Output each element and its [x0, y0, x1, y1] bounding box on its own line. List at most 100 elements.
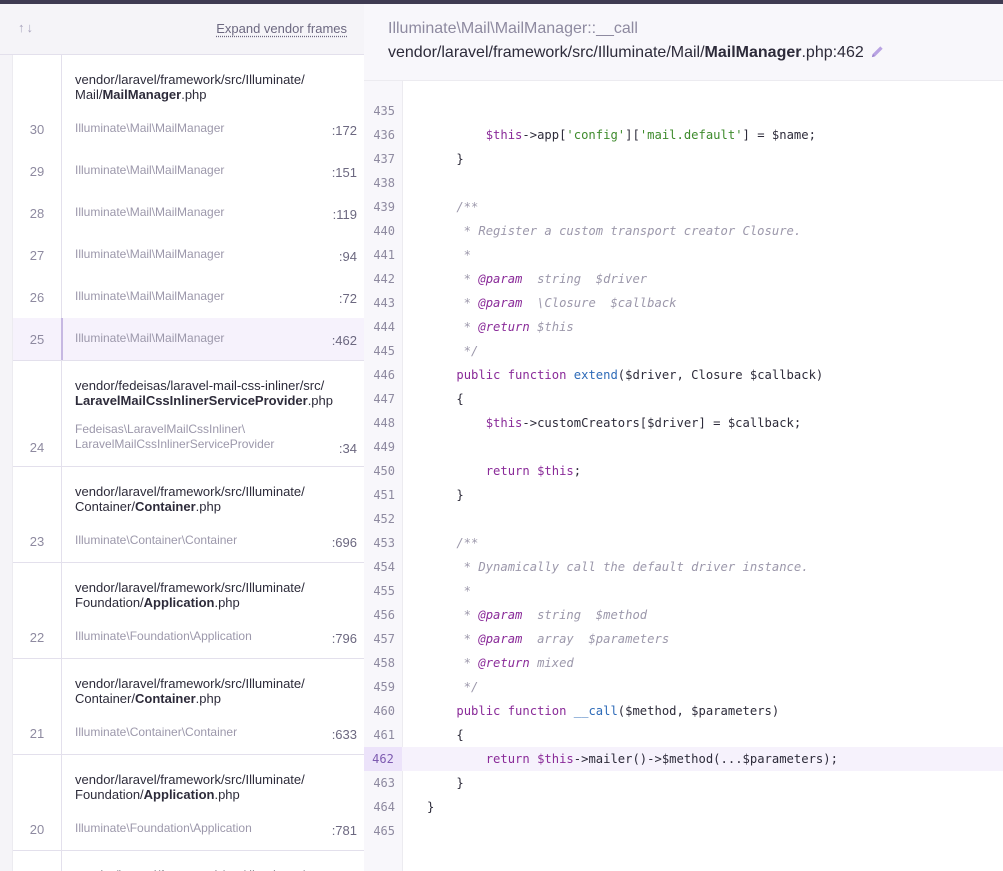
line-number[interactable]: 438	[364, 171, 395, 195]
code-text: }	[427, 771, 463, 795]
frame-file-path[interactable]: vendor/laravel/framework/src/Illuminate/	[13, 851, 364, 871]
code-line: 455 *	[364, 579, 1003, 603]
line-number[interactable]: 452	[364, 507, 395, 531]
line-number[interactable]: 448	[364, 411, 395, 435]
frame-file-path[interactable]: vendor/laravel/framework/src/Illuminate/…	[13, 755, 364, 808]
stack-frame[interactable]: 20 Illuminate\Foundation\Application:781	[13, 808, 364, 850]
code-text: /**	[427, 195, 478, 219]
code-line: 439 /**	[364, 195, 1003, 219]
frame-file-path[interactable]: vendor/laravel/framework/src/Illuminate/…	[13, 467, 364, 520]
frame-class-line-1: Illuminate\Mail\MailManager	[75, 331, 225, 345]
frame-class-line-1: Illuminate\Mail\MailManager	[75, 163, 225, 177]
code-token: *	[427, 584, 472, 598]
frame-number: 25	[29, 332, 45, 347]
stack-frame[interactable]: 27 Illuminate\Mail\MailManager:94	[13, 234, 364, 276]
frame-file-path[interactable]: vendor/laravel/framework/src/Illuminate/…	[388, 44, 885, 64]
code-line: 459 */	[364, 675, 1003, 699]
stack-frame[interactable]: 21 Illuminate\Container\Container:633	[13, 712, 364, 754]
frame-group: vendor/laravel/framework/src/Illuminate/…	[13, 755, 364, 851]
stack-frame[interactable]: 29 Illuminate\Mail\MailManager:151	[13, 150, 364, 192]
line-number[interactable]: 454	[364, 555, 395, 579]
frame-class-line-1: Illuminate\Foundation\Application	[75, 629, 252, 643]
line-number[interactable]: 445	[364, 339, 395, 363]
code-text: * @return $this	[427, 315, 574, 339]
path-line-2-suffix: .php	[181, 87, 207, 102]
edit-pencil-icon[interactable]	[870, 44, 885, 64]
line-number[interactable]: 449	[364, 435, 395, 459]
line-number[interactable]: 447	[364, 387, 395, 411]
line-number[interactable]: 463	[364, 771, 395, 795]
line-number[interactable]: 439	[364, 195, 395, 219]
line-number[interactable]: 437	[364, 147, 395, 171]
path-file-name: LaravelMailCssInlinerServiceProvider	[75, 393, 308, 408]
line-number[interactable]: 458	[364, 651, 395, 675]
expand-vendor-frames-button[interactable]: Expand vendor frames	[216, 21, 347, 36]
line-number[interactable]: 451	[364, 483, 395, 507]
line-number[interactable]: 435	[364, 99, 395, 123]
line-number[interactable]: 464	[364, 795, 395, 819]
frame-group: vendor/laravel/framework/src/Illuminate/	[13, 851, 364, 871]
line-number[interactable]: 441	[364, 243, 395, 267]
frame-group: vendor/laravel/framework/src/Illuminate/…	[13, 659, 364, 755]
frame-number: 30	[29, 122, 45, 137]
frame-file-path[interactable]: vendor/fedeisas/laravel-mail-css-inliner…	[13, 361, 364, 414]
frame-nav-arrows-icon[interactable]: ↑↓	[18, 20, 35, 35]
line-number[interactable]: 459	[364, 675, 395, 699]
stack-frame[interactable]: 28 Illuminate\Mail\MailManager:119	[13, 192, 364, 234]
frame-number: 26	[29, 290, 45, 305]
code-token: @param	[478, 608, 523, 622]
code-token: *	[427, 272, 479, 286]
code-token: @param	[478, 632, 523, 646]
frame-class-line-2: LaravelMailCssInlinerServiceProvider	[75, 437, 275, 451]
line-number[interactable]: 436	[364, 123, 395, 147]
code-token: ->mailer()->$method(...$parameters);	[573, 752, 838, 766]
code-token: *	[427, 320, 479, 334]
line-number[interactable]: 457	[364, 627, 395, 651]
code-token: __call	[573, 704, 618, 718]
code-token: $this	[485, 416, 523, 430]
code-line: 436 $this->app['config']['mail.default']…	[364, 123, 1003, 147]
frame-file-path[interactable]: vendor/laravel/framework/src/Illuminate/…	[13, 659, 364, 712]
file-path-prefix: vendor/laravel/framework/src/Illuminate/…	[388, 44, 705, 61]
code-token: @return	[478, 656, 530, 670]
stack-frame[interactable]: 25 Illuminate\Mail\MailManager:462	[13, 318, 364, 360]
code-token: *	[427, 656, 479, 670]
code-token: /**	[427, 536, 479, 550]
code-line: 446 public function extend($driver, Clos…	[364, 363, 1003, 387]
code-token: @return	[478, 320, 530, 334]
path-line-1: vendor/laravel/framework/src/Illuminate/	[75, 772, 305, 787]
code-text: $this->customCreators[$driver] = $callba…	[427, 411, 802, 435]
stack-frame[interactable]: 26 Illuminate\Mail\MailManager:72	[13, 276, 364, 318]
code-token: $this	[529, 320, 574, 334]
stack-frame[interactable]: 30 Illuminate\Mail\MailManager:172	[13, 108, 364, 150]
code-token: 'mail.default'	[639, 128, 743, 142]
path-line-2-suffix: .php	[195, 499, 221, 514]
frame-file-path[interactable]: vendor/laravel/framework/src/Illuminate/…	[13, 55, 364, 108]
code-text: }	[427, 483, 463, 507]
frame-class: Illuminate\Foundation\Application	[75, 629, 252, 643]
code-line: 450 return $this;	[364, 459, 1003, 483]
line-number[interactable]: 461	[364, 723, 395, 747]
stack-frame[interactable]: 24 Fedeisas\LaravelMailCssInliner\ Laravel…	[13, 414, 364, 466]
line-number[interactable]: 442	[364, 267, 395, 291]
line-number[interactable]: 455	[364, 579, 395, 603]
code-line: 465	[364, 819, 1003, 843]
stack-frame[interactable]: 22 Illuminate\Foundation\Application:796	[13, 616, 364, 658]
line-number[interactable]: 465	[364, 819, 395, 843]
frame-line-number: :781	[331, 823, 357, 838]
code-header: Illuminate\Mail\MailManager::__call vend…	[364, 4, 1003, 81]
line-number[interactable]: 440	[364, 219, 395, 243]
stack-frame[interactable]: 23 Illuminate\Container\Container:696	[13, 520, 364, 562]
frame-file-path[interactable]: vendor/laravel/framework/src/Illuminate/…	[13, 563, 364, 616]
line-number[interactable]: 443	[364, 291, 395, 315]
line-number[interactable]: 446	[364, 363, 395, 387]
line-number[interactable]: 460	[364, 699, 395, 723]
code-line: 448 $this->customCreators[$driver] = $ca…	[364, 411, 1003, 435]
line-number[interactable]: 453	[364, 531, 395, 555]
path-line-2-suffix: .php	[307, 393, 333, 408]
code-text: return $this->mailer()->$method(...$para…	[427, 747, 838, 771]
line-number[interactable]: 444	[364, 315, 395, 339]
line-number[interactable]: 462	[364, 747, 402, 771]
line-number[interactable]: 456	[364, 603, 395, 627]
line-number[interactable]: 450	[364, 459, 395, 483]
